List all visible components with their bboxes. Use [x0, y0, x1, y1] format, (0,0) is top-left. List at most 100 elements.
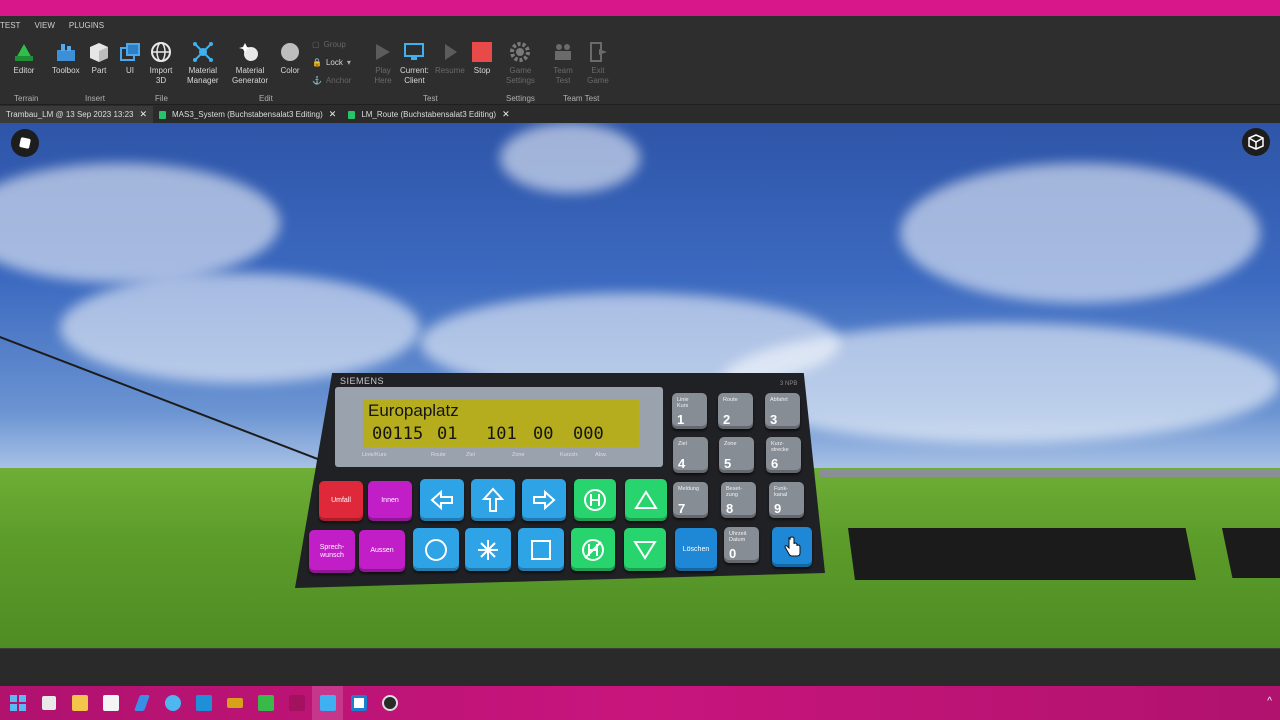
game-settings-button[interactable]: Game Settings	[506, 40, 535, 86]
app-button[interactable]	[374, 686, 405, 720]
exit-game-icon	[586, 40, 610, 64]
numpad-key-1[interactable]: Linie Kurs 1	[672, 393, 707, 429]
menu-test[interactable]: TEST	[0, 21, 27, 30]
store-button[interactable]	[95, 686, 126, 720]
close-icon[interactable]: ✕	[139, 109, 147, 120]
team-test-button[interactable]: Team Test	[551, 40, 575, 86]
resume-button[interactable]: Resume	[435, 40, 465, 76]
exit-game-button[interactable]: Exit Game	[586, 40, 610, 86]
key-innen[interactable]: Innen	[368, 481, 412, 521]
key-loeschen[interactable]: Löschen	[675, 528, 717, 571]
material-manager-icon	[191, 40, 215, 64]
terrain-editor-icon	[12, 40, 36, 64]
stop-button[interactable]: Stop	[470, 40, 494, 76]
team-test-icon	[551, 40, 575, 64]
backpack-button[interactable]	[1242, 128, 1270, 156]
group-button[interactable]: ▢ Group	[312, 40, 346, 49]
key-arrow-right[interactable]	[522, 479, 566, 521]
app-button[interactable]	[343, 686, 374, 720]
app-icon	[195, 695, 212, 711]
group-label-settings: Settings	[506, 94, 535, 103]
tab-lm-route[interactable]: LM_Route (Buchstabensalat3 Editing) ✕	[342, 106, 515, 123]
numpad-key-2[interactable]: Route 2	[718, 393, 753, 429]
app-icon	[257, 695, 274, 711]
key-triangle-down[interactable]	[624, 528, 666, 571]
material-manager-button[interactable]: Material Manager	[187, 40, 219, 86]
roblox-studio-taskbar-button[interactable]	[312, 686, 343, 720]
lcd-codes: 00115 01 101 00 000	[372, 424, 604, 444]
store-icon	[102, 695, 119, 711]
numpad-key-7[interactable]: Meldung 7	[673, 482, 708, 518]
close-icon[interactable]: ✕	[502, 109, 510, 120]
import-3d-button[interactable]: Import 3D	[149, 40, 173, 86]
brand-label: SIEMENS	[340, 376, 385, 386]
toolbox-button[interactable]: Toolbox	[52, 40, 80, 76]
script-icon	[159, 110, 167, 119]
app-button[interactable]	[188, 686, 219, 720]
numpad-key-8[interactable]: Beset- zung 8	[721, 482, 756, 518]
key-triangle-up[interactable]	[625, 479, 667, 521]
numpad-key-9[interactable]: Funk- kanal 9	[769, 482, 804, 518]
key-sprechwunsch[interactable]: Sprech- wunsch	[309, 530, 355, 573]
app-icon	[226, 698, 243, 708]
color-button[interactable]: Color	[278, 40, 302, 76]
group-label-file: File	[155, 94, 168, 103]
h-circle-icon	[584, 489, 606, 511]
anchor-button[interactable]: ⚓ Anchor	[312, 76, 351, 85]
pen-icon	[133, 695, 150, 711]
key-arrow-up[interactable]	[471, 479, 515, 521]
task-view-button[interactable]	[33, 686, 64, 720]
color-icon	[278, 40, 302, 64]
key-h-cancel[interactable]	[571, 528, 615, 571]
file-explorer-button[interactable]	[64, 686, 95, 720]
lock-button[interactable]: 🔒 Lock ▾	[312, 58, 351, 67]
triangle-down-icon	[633, 540, 657, 560]
menu-bar: TEST VIEW PLUGINS	[0, 16, 1280, 34]
road	[820, 469, 1280, 477]
lock-icon: 🔒	[312, 58, 322, 67]
numpad-key-6[interactable]: Kurz- strecke 6	[766, 437, 801, 473]
key-arrow-left[interactable]	[420, 479, 464, 521]
numpad-key-0[interactable]: Uhrzeit Datum 0	[724, 527, 759, 563]
key-umfall[interactable]: Umfall	[319, 481, 363, 521]
key-enter[interactable]	[772, 527, 812, 567]
key-h-stop[interactable]	[574, 479, 616, 521]
ui-icon	[118, 40, 142, 64]
lcd-display: Europaplatz 00115 01 101 00 000	[363, 400, 639, 447]
windows-taskbar: ^	[0, 686, 1280, 720]
key-asterisk[interactable]	[465, 528, 511, 571]
key-aussen[interactable]: Aussen	[359, 530, 405, 572]
app-button[interactable]	[250, 686, 281, 720]
app-button[interactable]	[126, 686, 157, 720]
numpad-key-3[interactable]: Abfahrt 3	[765, 393, 800, 429]
stop-icon	[470, 40, 494, 64]
numpad-key-5[interactable]: Zone 5	[719, 437, 754, 473]
key-circle[interactable]	[413, 528, 459, 571]
ribbon-toolbar: Editor Toolbox Part UI Import 3D Materia…	[0, 34, 1280, 105]
tab-trambau[interactable]: Trambau_LM @ 13 Sep 2023 13:23 ✕	[0, 106, 154, 123]
start-button[interactable]	[2, 686, 33, 720]
lcd-line-course: 00115	[372, 424, 424, 444]
group-label-test: Test	[423, 94, 438, 103]
cloud	[0, 163, 280, 283]
tab-mas3-system[interactable]: MAS3_System (Buchstabensalat3 Editing) ✕	[153, 106, 342, 123]
part-button[interactable]: Part	[87, 40, 111, 76]
chevron-up-icon[interactable]: ^	[1267, 696, 1272, 707]
studio-window: TEST VIEW PLUGINS Editor Toolbox Part UI…	[0, 0, 1280, 720]
menu-plugins[interactable]: PLUGINS	[62, 21, 111, 30]
ui-button[interactable]: UI	[118, 40, 142, 76]
close-icon[interactable]: ✕	[329, 109, 337, 120]
key-square[interactable]	[518, 528, 564, 571]
play-here-button[interactable]: Play Here	[371, 40, 395, 86]
app-button[interactable]	[157, 686, 188, 720]
game-viewport[interactable]: SIEMENS 3 NPB Europaplatz 00115 01 101 0…	[0, 123, 1280, 648]
current-client-button[interactable]: Current: Client	[400, 40, 429, 86]
terrain-editor-button[interactable]: Editor	[12, 40, 36, 76]
app-button[interactable]	[281, 686, 312, 720]
roblox-menu-button[interactable]	[11, 129, 39, 157]
app-button[interactable]	[219, 686, 250, 720]
asterisk-icon	[478, 539, 498, 560]
menu-view[interactable]: VIEW	[27, 21, 61, 30]
numpad-key-4[interactable]: Ziel 4	[673, 437, 708, 473]
material-generator-button[interactable]: Material Generator	[232, 40, 268, 86]
